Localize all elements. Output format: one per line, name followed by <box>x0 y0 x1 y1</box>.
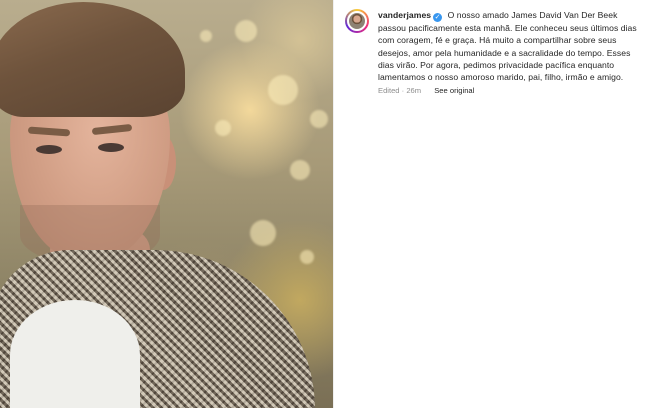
caption-text-block: vanderjames ✓ O nosso amado James David V… <box>378 9 642 83</box>
bokeh-light <box>235 20 257 42</box>
username-link[interactable]: vanderjames <box>378 10 431 20</box>
person-shirt-collar <box>10 300 140 408</box>
post-caption-panel: vanderjames ✓ O nosso amado James David V… <box>333 0 652 408</box>
caption-body: vanderjames ✓ O nosso amado James David V… <box>378 9 642 95</box>
caption-text: O nosso amado James David Van Der Beek p… <box>378 10 637 83</box>
person-eye <box>36 145 62 154</box>
bokeh-light <box>200 30 212 42</box>
caption-row: vanderjames ✓ O nosso amado James David V… <box>345 9 642 95</box>
post-time: 26m <box>406 86 422 96</box>
meta-separator: · <box>401 86 405 96</box>
person-eye <box>98 143 124 152</box>
verified-badge-icon: ✓ <box>433 13 443 22</box>
bokeh-light <box>310 110 328 128</box>
bokeh-light <box>250 220 276 246</box>
see-original-link[interactable]: See original <box>434 86 474 95</box>
post-meta: Edited · 26m See original <box>378 86 642 95</box>
instagram-post: vanderjames ✓ O nosso amado James David V… <box>0 0 652 408</box>
bokeh-light <box>300 250 314 264</box>
edited-label: Edited <box>378 86 400 96</box>
bokeh-light <box>268 75 298 105</box>
post-photo[interactable] <box>0 0 333 408</box>
person-hair <box>0 2 185 117</box>
bokeh-light <box>215 120 231 136</box>
avatar-image <box>347 11 367 31</box>
bokeh-light <box>290 160 310 180</box>
avatar[interactable] <box>345 9 369 33</box>
